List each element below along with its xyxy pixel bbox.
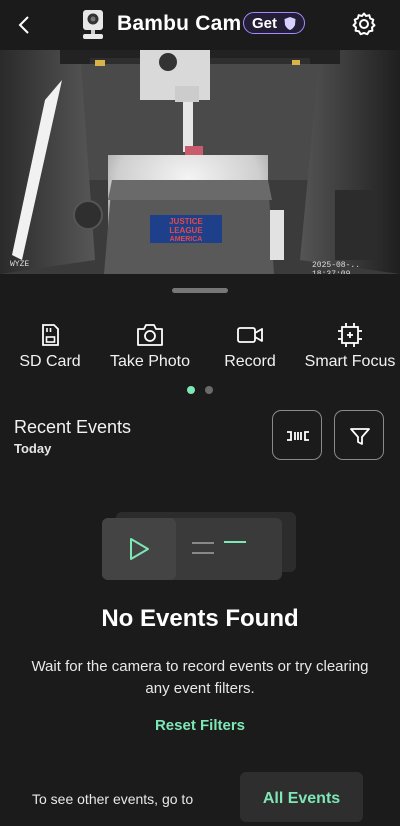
action-sd-card[interactable]: SD Card [0, 322, 100, 371]
reset-filters-link[interactable]: Reset Filters [0, 717, 400, 734]
no-events-description: Wait for the camera to record events or … [31, 658, 369, 697]
settings-gear-icon[interactable] [351, 11, 377, 37]
action-take-photo[interactable]: Take Photo [100, 322, 200, 371]
sign-line-1: JUSTICE [169, 217, 203, 226]
recent-events-date: Today [14, 441, 52, 456]
recent-events-title: Recent Events [14, 417, 132, 437]
focus-icon [338, 323, 362, 347]
top-bar: Bambu Cam Get [0, 0, 400, 50]
action-label: Take Photo [109, 353, 191, 370]
back-chevron-icon[interactable] [12, 12, 38, 38]
empty-events-illustration [102, 512, 296, 580]
camera-title: Bambu Cam [117, 12, 242, 35]
get-premium-badge[interactable]: Get [243, 12, 305, 34]
sign-line-2: LEAGUE [169, 226, 203, 235]
action-record[interactable]: Record [200, 322, 300, 371]
sd-card-icon [42, 324, 59, 346]
timeline-view-button[interactable] [272, 410, 322, 460]
sheet-drag-handle[interactable] [172, 288, 228, 293]
timeline-icon [287, 431, 309, 441]
pager-dot[interactable] [205, 386, 213, 394]
action-label: Smart Focus [304, 353, 396, 370]
camera-device-icon [83, 10, 103, 39]
pager-dot-active[interactable] [187, 386, 195, 394]
action-label: Record [224, 353, 276, 370]
get-badge-label: Get [252, 15, 278, 32]
video-frame: JUSTICE LEAGUE AMERICA [0, 50, 400, 274]
filter-funnel-icon [350, 428, 370, 445]
wyze-watermark: WYZE [10, 260, 30, 269]
video-record-icon [237, 327, 263, 343]
no-events-title: No Events Found [101, 605, 299, 632]
shield-icon [284, 17, 296, 30]
camera-icon [137, 324, 163, 346]
video-timestamp: 2025-08-.. 18:37:09 [312, 261, 361, 274]
sign-line-3: AMERICA [170, 236, 203, 243]
printed-sign: JUSTICE LEAGUE AMERICA [150, 215, 222, 243]
action-smart-focus[interactable]: Smart Focus [300, 322, 400, 371]
all-events-button[interactable]: All Events [240, 772, 363, 822]
filter-button[interactable] [334, 410, 384, 460]
other-events-text: To see other events, go to [32, 791, 194, 807]
action-label: SD Card [19, 353, 81, 370]
live-video-feed[interactable]: JUSTICE LEAGUE AMERICA WYZE 2025-08-.. 1… [0, 50, 400, 274]
